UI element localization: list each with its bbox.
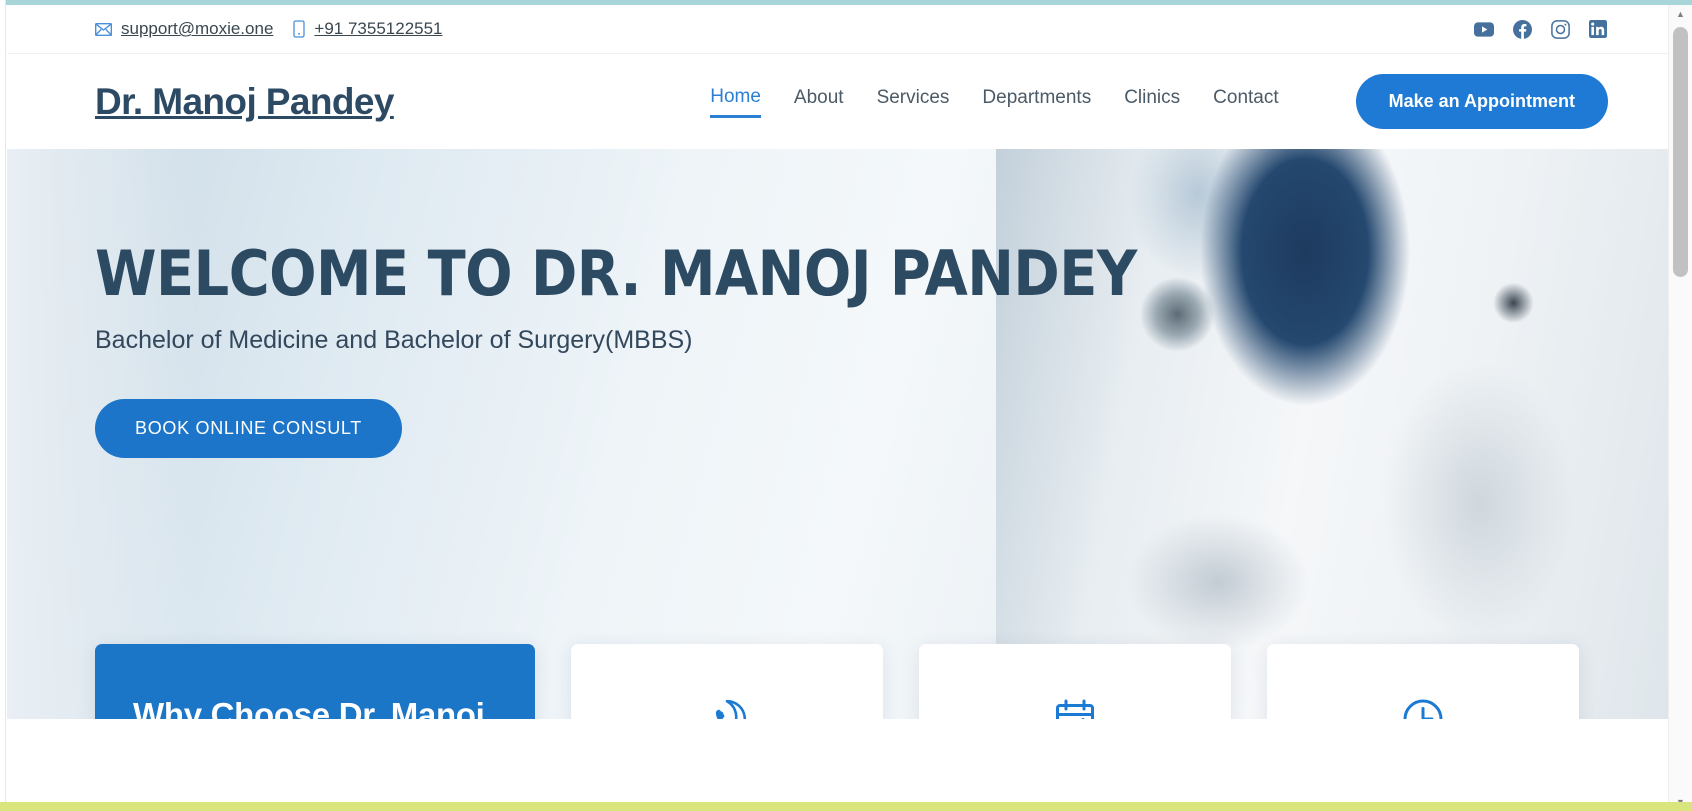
calendar-check-icon bbox=[945, 696, 1205, 719]
mobile-icon bbox=[293, 20, 306, 38]
browser-chrome-bottom-edge bbox=[0, 802, 1692, 811]
site-logo[interactable]: Dr. Manoj Pandey bbox=[95, 81, 394, 123]
clock-icon bbox=[1293, 696, 1553, 719]
nav-item-clinics[interactable]: Clinics bbox=[1124, 87, 1180, 116]
hero-content: WELCOME TO DR. MANOJ PANDEY Bachelor of … bbox=[7, 149, 1137, 459]
scrollbar-up-arrow[interactable]: ▲ bbox=[1669, 5, 1692, 23]
page-scrollbar[interactable]: ▲ ▼ bbox=[1668, 5, 1692, 811]
opening-hour-card[interactable]: Opening Hour Mon - Sat 10:00 - 14:00 bbox=[1267, 644, 1579, 719]
browser-viewport: support@moxie.one +91 7355122551 Dr. Man… bbox=[0, 0, 1692, 811]
scrollbar-thumb[interactable] bbox=[1673, 27, 1688, 277]
book-online-consult-button[interactable]: BOOK ONLINE CONSULT bbox=[95, 399, 403, 459]
top-info-bar: support@moxie.one +91 7355122551 bbox=[7, 5, 1668, 54]
why-choose-title: Why Choose Dr. Manoj Pandey? bbox=[133, 696, 485, 719]
nav-item-home[interactable]: Home bbox=[710, 86, 761, 118]
topbar-contact-group: support@moxie.one +91 7355122551 bbox=[95, 19, 443, 39]
why-choose-card: Why Choose Dr. Manoj Pandey? I trust to … bbox=[95, 644, 535, 719]
hero-title: WELCOME TO DR. MANOJ PANDEY bbox=[95, 237, 1137, 310]
topbar-social-group bbox=[1474, 19, 1608, 39]
linkedin-icon[interactable] bbox=[1588, 19, 1608, 39]
nav-item-departments[interactable]: Departments bbox=[982, 87, 1091, 116]
instagram-icon[interactable] bbox=[1550, 19, 1570, 39]
make-appointment-button[interactable]: Make an Appointment bbox=[1355, 74, 1608, 129]
hero-subtitle: Bachelor of Medicine and Bachelor of Sur… bbox=[95, 326, 693, 355]
envelope-icon bbox=[95, 22, 112, 36]
browser-chrome-left-edge bbox=[0, 0, 6, 811]
nav-item-about[interactable]: About bbox=[794, 87, 844, 116]
topbar-email-link[interactable]: support@moxie.one bbox=[95, 19, 273, 39]
emergency-contact-card[interactable]: +91 7355122551 Emergency Services bbox=[571, 644, 883, 719]
whatsapp-icon bbox=[597, 696, 857, 719]
main-navigation: Home About Services Departments Clinics … bbox=[710, 74, 1608, 129]
topbar-phone-text: +91 7355122551 bbox=[314, 19, 443, 38]
topbar-email-text: support@moxie.one bbox=[121, 19, 274, 38]
nav-item-contact[interactable]: Contact bbox=[1213, 87, 1278, 116]
nav-item-services[interactable]: Services bbox=[877, 87, 950, 116]
feature-cards-row: Why Choose Dr. Manoj Pandey? I trust to … bbox=[95, 644, 1585, 719]
site-header: Dr. Manoj Pandey Home About Services Dep… bbox=[7, 54, 1668, 149]
topbar-phone-link[interactable]: +91 7355122551 bbox=[293, 19, 443, 39]
book-appointment-card[interactable]: Book An Online Appointment Consult Onlin… bbox=[919, 644, 1231, 719]
youtube-icon[interactable] bbox=[1474, 19, 1494, 39]
facebook-icon[interactable] bbox=[1512, 19, 1532, 39]
hero-section: WELCOME TO DR. MANOJ PANDEY Bachelor of … bbox=[7, 149, 1668, 719]
webpage-content: support@moxie.one +91 7355122551 Dr. Man… bbox=[7, 5, 1668, 802]
